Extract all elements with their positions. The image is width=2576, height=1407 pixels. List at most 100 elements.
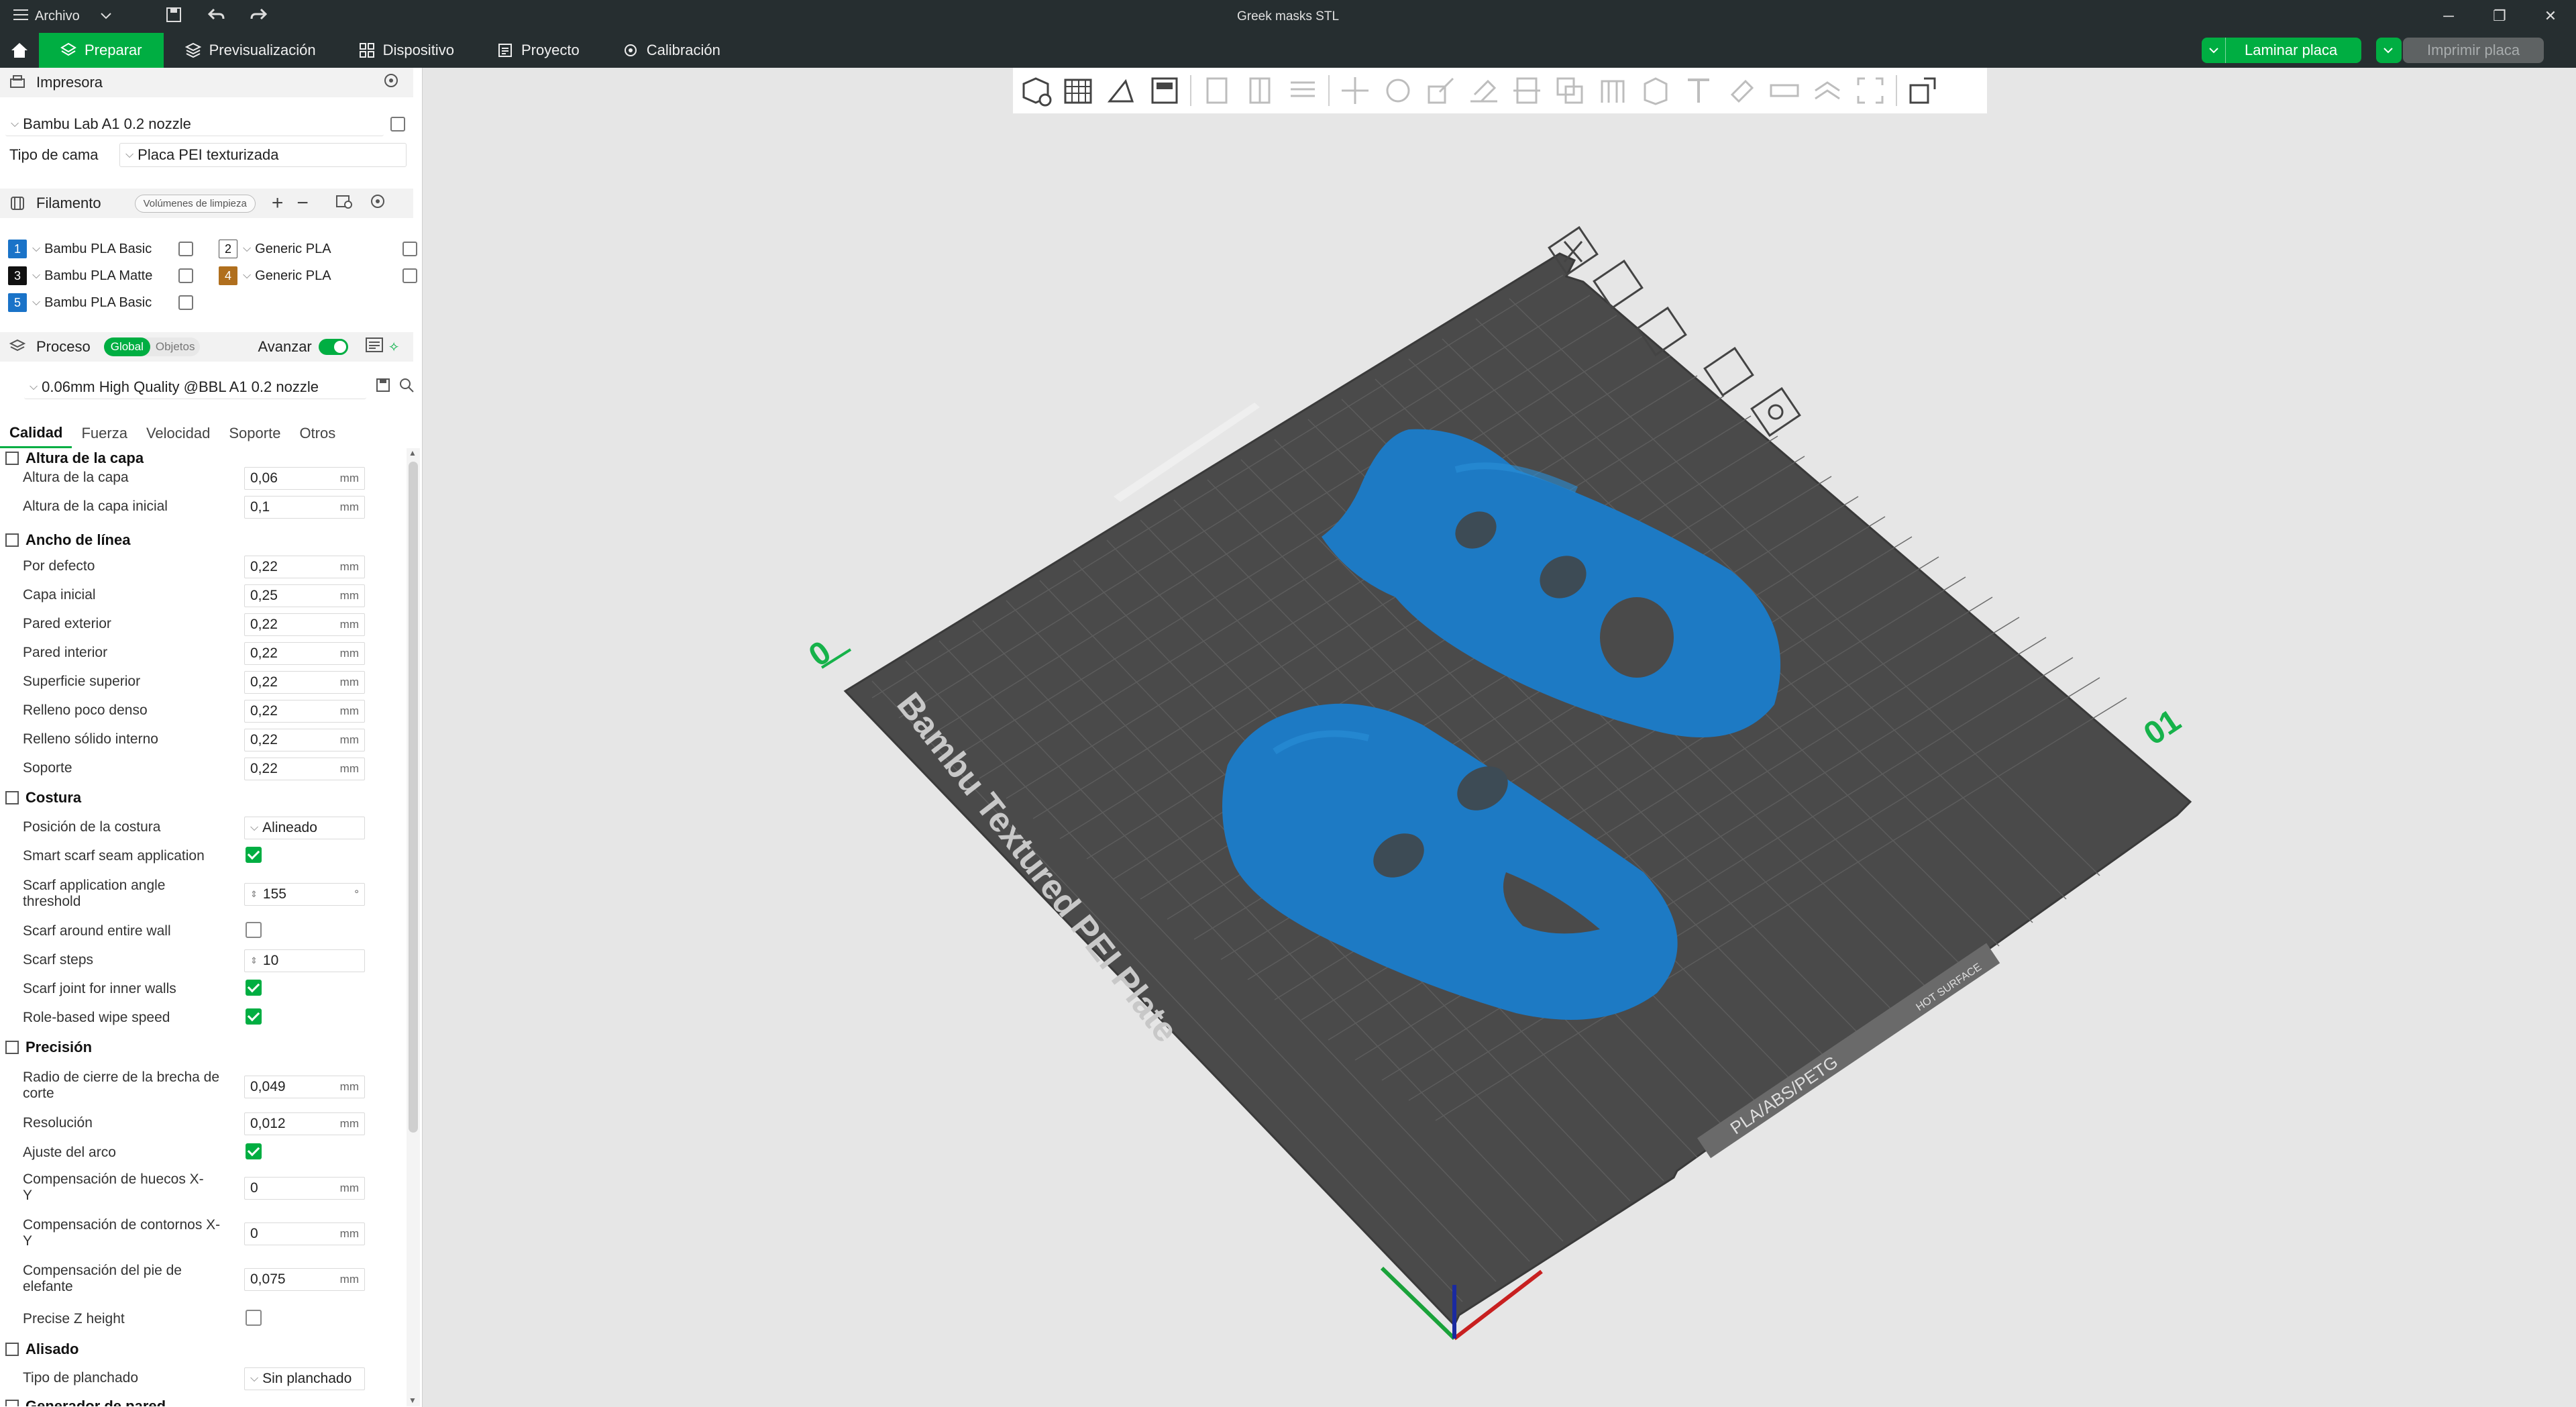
lay-on-face-icon[interactable]: [1466, 73, 1501, 108]
boolean-icon[interactable]: [1552, 73, 1587, 108]
split-objects-icon[interactable]: [1199, 73, 1234, 108]
line-width-sparse-input[interactable]: 0,22 mm: [244, 700, 365, 723]
color-paint-icon[interactable]: [1724, 73, 1759, 108]
tab-project[interactable]: Proyecto: [476, 33, 601, 68]
add-plate-icon[interactable]: [1061, 73, 1096, 108]
scale-icon[interactable]: [1424, 73, 1458, 108]
line-width-initial-input[interactable]: 0,25 mm: [244, 584, 365, 607]
ironing-type-select[interactable]: ⌵ Sin planchado: [244, 1367, 365, 1390]
lock-icon[interactable]: [1703, 346, 1754, 397]
support-paint-icon[interactable]: [1595, 73, 1630, 108]
measure-icon[interactable]: [1767, 73, 1802, 108]
filament-item[interactable]: 5 ⌵ Bambu PLA Basic: [8, 293, 194, 312]
wand-icon[interactable]: ✧: [388, 339, 400, 356]
move-icon[interactable]: [1338, 73, 1373, 108]
tab-preview[interactable]: Previsualización: [164, 33, 337, 68]
tab-support[interactable]: Soporte: [219, 425, 290, 442]
edit-icon[interactable]: [402, 268, 418, 283]
seam-position-select[interactable]: ⌵ Alineado: [244, 817, 365, 839]
seam-paint-icon[interactable]: [1638, 73, 1673, 108]
initial-layer-height-input[interactable]: 0,1 mm: [244, 496, 365, 519]
minimize-icon[interactable]: ─: [2436, 4, 2461, 28]
add-object-icon[interactable]: [1018, 73, 1053, 108]
global-objects-toggle[interactable]: Global Objetos: [103, 337, 201, 356]
tab-others[interactable]: Otros: [290, 425, 345, 442]
close-icon[interactable]: ✕: [2538, 4, 2563, 28]
add-filament-icon[interactable]: +: [272, 192, 284, 215]
print-plate-button[interactable]: Imprimir placa: [2403, 38, 2544, 63]
line-width-inner-input[interactable]: 0,22 mm: [244, 642, 365, 665]
printer-select[interactable]: ⌵ Bambu Lab A1 0.2 nozzle: [5, 112, 405, 136]
arc-fitting-checkbox[interactable]: [246, 1143, 262, 1159]
spin-icon[interactable]: ⇕: [250, 955, 258, 966]
filament-item[interactable]: 2 ⌵ Generic PLA: [219, 240, 418, 258]
line-width-support-input[interactable]: 0,22 mm: [244, 758, 365, 780]
resolution-input[interactable]: 0,012 mm: [244, 1112, 365, 1135]
3d-viewport[interactable]: Bambu Textured PEI Plate PLA/ABS/PETG HO…: [423, 68, 2576, 1407]
smart-scarf-checkbox[interactable]: [246, 847, 262, 863]
scarf-steps-input[interactable]: ⇕ 10: [244, 949, 365, 972]
flush-volumes-button[interactable]: Volúmenes de limpieza: [134, 194, 256, 213]
print-dropdown-button[interactable]: [2376, 38, 2402, 63]
restore-icon[interactable]: ❐: [2487, 4, 2512, 28]
scarf-inner-walls-checkbox[interactable]: [246, 980, 262, 996]
filament-item[interactable]: 3 ⌵ Bambu PLA Matte: [8, 266, 194, 285]
search-icon[interactable]: [398, 377, 415, 397]
scarf-angle-input[interactable]: ⇕ 155 °: [244, 883, 365, 906]
edit-icon[interactable]: [390, 117, 405, 132]
filament-item[interactable]: 4 ⌵ Generic PLA: [219, 266, 418, 285]
text-icon[interactable]: [1681, 73, 1716, 108]
line-width-solid-input[interactable]: 0,22 mm: [244, 729, 365, 751]
split-parts-icon[interactable]: [1242, 73, 1277, 108]
line-width-top-input[interactable]: 0,22 mm: [244, 671, 365, 694]
xy-hole-input[interactable]: 0 mm: [244, 1177, 365, 1200]
tab-calibration[interactable]: Calibración: [601, 33, 742, 68]
spin-icon[interactable]: ⇕: [250, 889, 258, 900]
save-icon[interactable]: [166, 7, 182, 27]
precise-z-checkbox[interactable]: [246, 1310, 262, 1326]
undo-icon[interactable]: [207, 7, 225, 26]
sync-filament-icon[interactable]: [335, 193, 353, 213]
slice-gap-input[interactable]: 0,049 mm: [244, 1076, 365, 1098]
file-menu[interactable]: Archivo: [13, 9, 112, 25]
filament-item[interactable]: 1 ⌵ Bambu PLA Basic: [8, 240, 194, 258]
process-profile-select[interactable]: ⌵ 0.06mm High Quality @BBL A1 0.2 nozzle: [24, 375, 415, 399]
xy-contour-input[interactable]: 0 mm: [244, 1222, 365, 1245]
tab-prepare[interactable]: Preparar: [39, 33, 164, 68]
chevron-down-icon[interactable]: [2202, 38, 2226, 63]
advanced-toggle[interactable]: [318, 339, 348, 355]
scroll-up-icon[interactable]: ▲: [409, 448, 417, 458]
slice-plate-button[interactable]: Laminar placa: [2202, 38, 2362, 63]
edit-icon[interactable]: [402, 242, 418, 256]
compare-icon[interactable]: [365, 337, 383, 356]
scroll-thumb[interactable]: [409, 462, 418, 1133]
tab-quality[interactable]: Calidad: [0, 419, 72, 448]
edit-icon[interactable]: [178, 242, 194, 256]
elephant-foot-input[interactable]: 0,075 mm: [244, 1268, 365, 1291]
plate-settings-icon[interactable]: [1750, 386, 1801, 437]
line-width-outer-input[interactable]: 0,22 mm: [244, 613, 365, 636]
view-mode-icon[interactable]: [1905, 73, 1940, 108]
tab-speed[interactable]: Velocidad: [137, 425, 219, 442]
rotate-icon[interactable]: [1381, 73, 1415, 108]
scroll-down-icon[interactable]: ▼: [409, 1396, 417, 1405]
home-button[interactable]: [0, 33, 39, 68]
arrange-all-icon[interactable]: [1147, 73, 1182, 108]
auto-orient-icon[interactable]: [1104, 73, 1139, 108]
role-wipe-speed-checkbox[interactable]: [246, 1008, 262, 1025]
cut-icon[interactable]: [1509, 73, 1544, 108]
line-width-default-input[interactable]: 0,22 mm: [244, 556, 365, 578]
fit-view-icon[interactable]: [1853, 73, 1888, 108]
layers-edit-icon[interactable]: [1285, 73, 1320, 108]
tab-device[interactable]: Dispositivo: [337, 33, 476, 68]
assemble-icon[interactable]: [1810, 73, 1845, 108]
filament-settings-icon[interactable]: [369, 193, 386, 214]
settings-scrollbar[interactable]: ▲ ▼: [407, 448, 420, 1406]
toggle-global[interactable]: Global: [103, 337, 150, 356]
printer-settings-icon[interactable]: [382, 72, 400, 93]
edit-icon[interactable]: [178, 295, 194, 310]
remove-filament-icon[interactable]: −: [297, 192, 309, 215]
scarf-entire-wall-checkbox[interactable]: [246, 922, 262, 938]
layer-height-input[interactable]: 0,06 mm: [244, 467, 365, 490]
toggle-objects[interactable]: Objetos: [150, 337, 201, 356]
